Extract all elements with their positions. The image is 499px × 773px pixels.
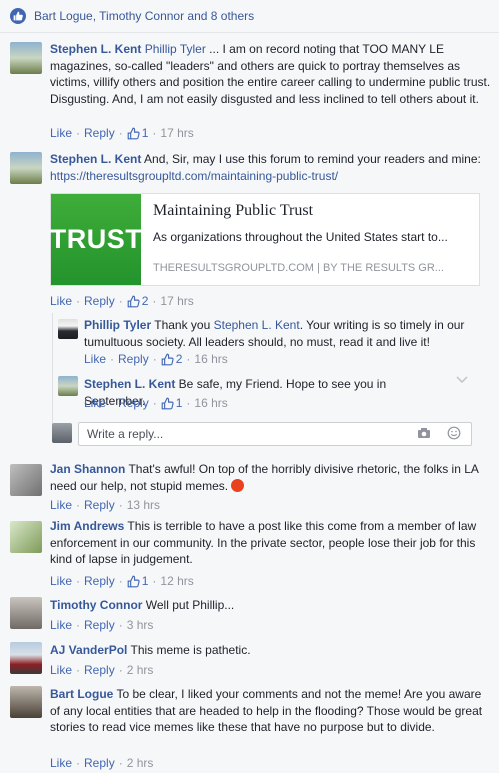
reply-button[interactable]: Reply <box>84 294 115 308</box>
avatar[interactable] <box>10 521 42 553</box>
avatar[interactable] <box>10 642 42 674</box>
like-button[interactable]: Like <box>84 352 106 366</box>
comment-author[interactable]: Bart Logue <box>50 687 113 701</box>
comment-author[interactable]: Jim Andrews <box>50 519 124 533</box>
chevron-down-icon[interactable] <box>455 375 469 385</box>
like-button[interactable]: Like <box>84 396 106 410</box>
thumbs-up-icon <box>127 575 140 587</box>
reply-button[interactable]: Reply <box>84 756 115 770</box>
like-button[interactable]: Like <box>50 663 72 677</box>
avatar[interactable] <box>52 423 72 443</box>
like-button[interactable]: Like <box>50 618 72 632</box>
comment-text: And, Sir, may I use this forum to remind… <box>141 152 481 166</box>
comment-author[interactable]: Stephen L. Kent <box>50 152 141 166</box>
comment-text: Well put Phillip... <box>142 598 235 612</box>
reply-button[interactable]: Reply <box>84 126 115 140</box>
thumbs-up-icon <box>127 127 140 139</box>
likes-summary-link[interactable]: Bart Logue, Timothy Connor and 8 others <box>34 9 254 23</box>
avatar[interactable] <box>58 376 78 396</box>
link-preview-source: THERESULTSGROUPLTD.COM | BY THE RESULTS … <box>153 262 444 274</box>
timestamp[interactable]: 2 hrs <box>127 663 154 677</box>
comment-text: This meme is pathetic. <box>127 643 251 657</box>
reply-button[interactable]: Reply <box>84 574 115 588</box>
timestamp[interactable]: 17 hrs <box>160 126 193 140</box>
reply-button[interactable]: Reply <box>84 498 115 512</box>
like-count[interactable]: 1 <box>161 396 182 410</box>
thumbs-up-icon <box>161 397 174 409</box>
thumbs-up-icon <box>127 295 140 307</box>
timestamp[interactable]: 2 hrs <box>127 756 154 770</box>
reply-input[interactable] <box>85 426 389 442</box>
comment-author[interactable]: Stephen L. Kent <box>50 42 141 56</box>
link-preview-title[interactable]: Maintaining Public Trust <box>153 202 313 220</box>
avatar[interactable] <box>58 319 78 339</box>
thumbs-up-icon <box>161 353 174 365</box>
reply-thread-line <box>52 313 53 425</box>
like-button[interactable]: Like <box>50 756 72 770</box>
like-count[interactable]: 2 <box>161 352 182 366</box>
like-count[interactable]: 2 <box>127 294 148 308</box>
mention-link[interactable]: Phillip Tyler <box>145 42 206 56</box>
mention-link[interactable]: Stephen L. Kent <box>214 318 300 332</box>
timestamp[interactable]: 13 hrs <box>127 498 160 512</box>
reply-input-box[interactable] <box>78 422 472 446</box>
comment-author[interactable]: Jan Shannon <box>50 462 125 476</box>
like-button[interactable]: Like <box>50 126 72 140</box>
reply-button[interactable]: Reply <box>118 396 149 410</box>
comment-text: Thank you <box>151 318 214 332</box>
comment-author[interactable]: Stephen L. Kent <box>84 377 175 391</box>
link-preview-description: As organizations throughout the United S… <box>153 230 448 244</box>
reply-button[interactable]: Reply <box>84 663 115 677</box>
avatar[interactable] <box>10 152 42 184</box>
camera-icon[interactable] <box>417 427 431 439</box>
comment-author[interactable]: AJ VanderPol <box>50 643 127 657</box>
link-preview-card[interactable]: TRUST Maintaining Public Trust As organi… <box>50 193 480 286</box>
like-count[interactable]: 1 <box>127 126 148 140</box>
reply-button[interactable]: Reply <box>84 618 115 632</box>
likes-summary-bar: Bart Logue, Timothy Connor and 8 others <box>0 0 499 33</box>
shared-url-link[interactable]: https://theresultsgroupltd.com/maintaini… <box>50 169 338 183</box>
timestamp[interactable]: 16 hrs <box>194 396 227 410</box>
avatar[interactable] <box>10 42 42 74</box>
like-button[interactable]: Like <box>50 574 72 588</box>
reply-button[interactable]: Reply <box>118 352 149 366</box>
like-count[interactable]: 1 <box>127 574 148 588</box>
like-button[interactable]: Like <box>50 498 72 512</box>
timestamp[interactable]: 12 hrs <box>160 574 193 588</box>
link-preview-thumbnail[interactable]: TRUST <box>50 194 142 285</box>
timestamp[interactable]: 3 hrs <box>127 618 154 632</box>
emoji-icon[interactable] <box>447 426 461 440</box>
timestamp[interactable]: 17 hrs <box>160 294 193 308</box>
like-button[interactable]: Like <box>50 294 72 308</box>
avatar[interactable] <box>10 686 42 718</box>
avatar[interactable] <box>10 597 42 629</box>
angry-emoji-icon <box>231 478 245 492</box>
like-reaction-icon <box>10 8 26 24</box>
comment-text: To be clear, I liked your comments and n… <box>50 687 483 734</box>
comment-author[interactable]: Phillip Tyler <box>84 318 151 332</box>
comment-author[interactable]: Timothy Connor <box>50 598 142 612</box>
avatar[interactable] <box>10 464 42 496</box>
timestamp[interactable]: 16 hrs <box>194 352 227 366</box>
